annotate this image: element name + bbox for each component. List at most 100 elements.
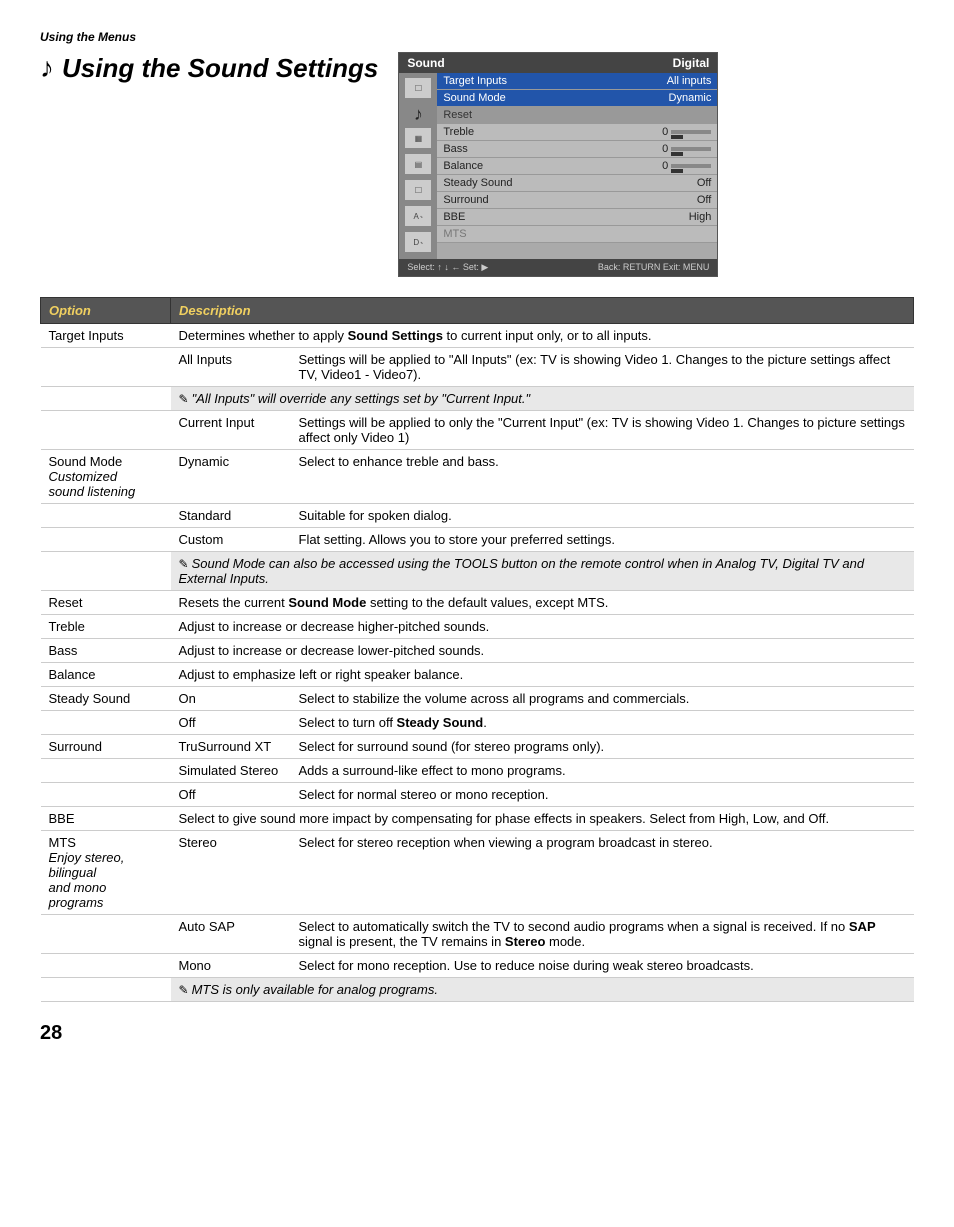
tv-icon-a: A ˞ — [404, 205, 432, 227]
tv-menu-row-treble: Treble 0 — [437, 124, 717, 141]
col-option-header: Option — [41, 298, 171, 324]
tv-row-value: 0 — [662, 126, 711, 138]
sub-cell: Off — [171, 711, 291, 735]
table-row: Mono Select for mono reception. Use to r… — [41, 954, 914, 978]
desc-cell: Select to enhance treble and bass. — [291, 450, 914, 504]
note-cell: ✎"All Inputs" will override any settings… — [171, 387, 914, 411]
desc-cell: Select for surround sound (for stereo pr… — [291, 735, 914, 759]
option-cell: MTSEnjoy stereo, bilingualand mono progr… — [41, 831, 171, 915]
tv-row-label: BBE — [443, 211, 465, 223]
option-cell: Reset — [41, 591, 171, 615]
tv-menu-footer: Select: ↑ ↓ ← Set: ▶ Back: RETURN Exit: … — [399, 259, 717, 276]
desc-cell: Suitable for spoken dialog. — [291, 504, 914, 528]
option-cell: Bass — [41, 639, 171, 663]
table-row-note: ✎Sound Mode can also be accessed using t… — [41, 552, 914, 591]
desc-cell: Adjust to increase or decrease lower-pit… — [171, 639, 914, 663]
tv-menu-row-surround: Surround Off — [437, 192, 717, 209]
tv-row-label: Steady Sound — [443, 177, 512, 189]
desc-cell: Select for stereo reception when viewing… — [291, 831, 914, 915]
option-cell — [41, 504, 171, 528]
option-cell — [41, 915, 171, 954]
tv-row-label: MTS — [443, 228, 466, 240]
table-row: Off Select to turn off Steady Sound. — [41, 711, 914, 735]
tv-row-label: Sound Mode — [443, 92, 505, 104]
desc-cell: Adjust to increase or decrease higher-pi… — [171, 615, 914, 639]
sub-cell: Stereo — [171, 831, 291, 915]
note-cell: ✎Sound Mode can also be accessed using t… — [171, 552, 914, 591]
desc-cell: Resets the current Sound Mode setting to… — [171, 591, 914, 615]
desc-cell: Select to stabilize the volume across al… — [291, 687, 914, 711]
tv-row-label: Treble — [443, 126, 474, 138]
desc-cell: Adds a surround-like effect to mono prog… — [291, 759, 914, 783]
tv-row-value: High — [689, 211, 712, 223]
tv-menu-row-balance: Balance 0 — [437, 158, 717, 175]
desc-cell: Flat setting. Allows you to store your p… — [291, 528, 914, 552]
sub-cell: Custom — [171, 528, 291, 552]
tv-menu-row-bass: Bass 0 — [437, 141, 717, 158]
table-row: Standard Suitable for spoken dialog. — [41, 504, 914, 528]
desc-cell: Select to turn off Steady Sound. — [291, 711, 914, 735]
tv-icon-channel: ▦ — [404, 127, 432, 149]
option-cell: Sound ModeCustomizedsound listening — [41, 450, 171, 504]
table-row: Current Input Settings will be applied t… — [41, 411, 914, 450]
option-cell — [41, 783, 171, 807]
tv-row-label: Reset — [443, 109, 472, 121]
desc-cell: Adjust to emphasize left or right speake… — [171, 663, 914, 687]
tv-row-label: Balance — [443, 160, 483, 172]
option-cell: Balance — [41, 663, 171, 687]
sub-cell: Current Input — [171, 411, 291, 450]
sub-cell: Auto SAP — [171, 915, 291, 954]
table-row: MTSEnjoy stereo, bilingualand mono progr… — [41, 831, 914, 915]
desc-cell: Select for mono reception. Use to reduce… — [291, 954, 914, 978]
page-number: 28 — [40, 1022, 914, 1045]
tv-row-value: Dynamic — [669, 92, 712, 104]
tv-menu-header-left: Sound — [407, 56, 444, 70]
tv-menu-row-bbe: BBE High — [437, 209, 717, 226]
option-cell: Treble — [41, 615, 171, 639]
tv-icon-setup: ▤ — [404, 153, 432, 175]
desc-cell: Settings will be applied to only the "Cu… — [291, 411, 914, 450]
tv-row-value: 0 — [662, 143, 711, 155]
option-cell — [41, 528, 171, 552]
col-desc-header: Description — [171, 298, 914, 324]
table-row: Surround TruSurround XT Select for surro… — [41, 735, 914, 759]
tv-icon-d: D ˞ — [404, 231, 432, 253]
table-row: Steady Sound On Select to stabilize the … — [41, 687, 914, 711]
option-cell — [41, 411, 171, 450]
table-row: Simulated Stereo Adds a surround-like ef… — [41, 759, 914, 783]
table-row: Sound ModeCustomizedsound listening Dyna… — [41, 450, 914, 504]
sub-cell: Standard — [171, 504, 291, 528]
table-row: Treble Adjust to increase or decrease hi… — [41, 615, 914, 639]
tv-icon-picture: □ — [404, 77, 432, 99]
option-cell — [41, 978, 171, 1002]
tv-menu-content: Target Inputs All inputs Sound Mode Dyna… — [437, 73, 717, 259]
table-row: Off Select for normal stereo or mono rec… — [41, 783, 914, 807]
tv-row-value: All inputs — [667, 75, 712, 87]
option-cell — [41, 348, 171, 387]
tv-menu-row-mts: MTS — [437, 226, 717, 243]
table-row: Auto SAP Select to automatically switch … — [41, 915, 914, 954]
tv-menu-header: Sound Digital — [399, 53, 717, 73]
table-row: Reset Resets the current Sound Mode sett… — [41, 591, 914, 615]
table-row: Target Inputs Determines whether to appl… — [41, 324, 914, 348]
tv-row-value: Off — [697, 194, 711, 206]
option-cell — [41, 387, 171, 411]
tv-icon-sound: ♪ — [404, 103, 432, 125]
table-row-note: ✎"All Inputs" will override any settings… — [41, 387, 914, 411]
tv-menu-header-right: Digital — [673, 56, 710, 70]
sub-cell: Simulated Stereo — [171, 759, 291, 783]
sub-cell: Off — [171, 783, 291, 807]
option-cell: Target Inputs — [41, 324, 171, 348]
tv-row-value: Off — [697, 177, 711, 189]
tv-row-label: Surround — [443, 194, 488, 206]
music-note-icon: ♪ — [40, 52, 54, 84]
tv-footer-left: Select: ↑ ↓ ← Set: ▶ — [407, 262, 488, 273]
option-cell — [41, 759, 171, 783]
option-cell: Surround — [41, 735, 171, 759]
page-title: ♪ Using the Sound Settings — [40, 52, 378, 84]
option-cell — [41, 552, 171, 591]
option-cell: BBE — [41, 807, 171, 831]
tv-footer-right: Back: RETURN Exit: MENU — [598, 262, 710, 273]
table-row: All Inputs Settings will be applied to "… — [41, 348, 914, 387]
tv-menu-row-reset: Reset — [437, 107, 717, 124]
